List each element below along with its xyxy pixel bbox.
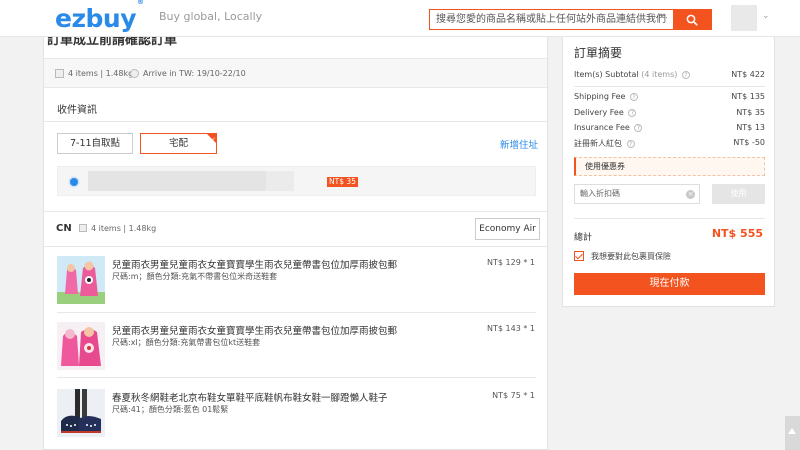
divider (57, 312, 536, 313)
items-summary: 4 items | 1.48kg (68, 69, 134, 78)
insurance-checkbox[interactable] (574, 251, 584, 261)
product-item: 春夏秋冬網鞋老北京布鞋女單鞋平底鞋帆布鞋女鞋一腳蹬懶人鞋子 尺碼:41；顏色分類… (44, 389, 547, 449)
shipping-fee-value: NT$ 135 (731, 92, 765, 101)
product-thumbnail[interactable] (57, 322, 105, 370)
product-image (57, 322, 105, 370)
divider (44, 121, 547, 122)
divider (57, 377, 536, 378)
summary-title: 訂單摘要 (574, 46, 623, 60)
total-label: 總計 (574, 233, 593, 243)
product-image (57, 389, 105, 437)
subtotal-label: Item(s) Subtotal (574, 70, 639, 79)
product-item: 兒童雨衣男童兒童雨衣女童寶寶學生雨衣兒童帶書包位加厚雨披包郵 尺碼:m；顏色分類… (44, 256, 547, 316)
order-details-panel: 訂單成立前請確認訂單 4 items | 1.48kg Arrive in TW… (43, 37, 548, 450)
divider (44, 211, 547, 212)
checkout-page: ezbuy® Buy global, Locally ⌄ 訂單成立前請確認訂單 … (0, 0, 800, 450)
shipping-method-button[interactable]: Economy Air (475, 218, 540, 240)
package-icon (55, 69, 64, 78)
new-user-bonus-row: 註冊新人紅包 ? NT$ -50 (574, 138, 765, 149)
back-to-top-button[interactable] (785, 416, 800, 450)
ezbuy-logo[interactable]: ezbuy® (55, 0, 144, 33)
chevron-down-icon[interactable]: ⌄ (762, 11, 770, 21)
product-name[interactable]: 春夏秋冬網鞋老北京布鞋女單鞋平底鞋帆布鞋女鞋一腳蹬懶人鞋子 (112, 390, 388, 404)
warehouse-items-summary: 4 items | 1.48kg (91, 224, 157, 233)
address-row[interactable]: NT$ 35 (57, 166, 536, 196)
new-user-bonus-label: 註冊新人紅包 (574, 139, 622, 148)
address-redacted (88, 171, 266, 191)
product-attributes: 尺碼:m；顏色分類:充氣不帶書包位米奇送鞋套 (112, 272, 278, 281)
arrival-estimate: Arrive in TW: 19/10-22/10 (143, 69, 246, 78)
product-thumbnail[interactable] (57, 256, 105, 304)
total-value: NT$ 555 (711, 227, 763, 240)
pay-now-button[interactable]: 現在付款 (574, 273, 765, 295)
help-icon[interactable]: ? (628, 109, 637, 117)
shipping-info-bar: 4 items | 1.48kg Arrive in TW: 19/10-22/… (44, 58, 547, 88)
delivery-fee-row: Delivery Fee ? NT$ 35 (574, 108, 765, 117)
discount-code-input[interactable]: 輸入折扣碼 × (574, 184, 700, 204)
search-bar (429, 9, 712, 30)
option-label: 宅配 (168, 138, 188, 149)
discount-code-placeholder: 輸入折扣碼 (580, 189, 620, 198)
clock-icon (130, 69, 139, 78)
product-thumbnail[interactable] (57, 389, 105, 437)
address-radio[interactable] (70, 178, 78, 186)
product-price: NT$ 129 * 1 (487, 258, 535, 267)
product-name[interactable]: 兒童雨衣男童兒童雨衣女童寶寶學生雨衣兒童帶書包位加厚雨披包郵 (112, 257, 397, 271)
package-icon (79, 224, 87, 232)
check-icon: ✓ (210, 136, 216, 144)
tagline: Buy global, Locally (159, 10, 263, 23)
subtotal-count: (4 items) (641, 70, 678, 79)
address-redacted (266, 171, 294, 191)
search-input[interactable] (430, 10, 673, 29)
apply-coupon-button[interactable]: 使用 (712, 184, 765, 204)
order-summary-panel: 訂單摘要 Item(s) Subtotal (4 items) ? NT$ 42… (562, 37, 775, 307)
delivery-price-badge: NT$ 35 (327, 177, 358, 187)
product-name[interactable]: 兒童雨衣男童兒童雨衣女童寶寶學生雨衣兒童帶書包位加厚雨披包郵 (112, 323, 397, 337)
insurance-fee-label: Insurance Fee (574, 123, 630, 132)
delivery-fee-label: Delivery Fee (574, 108, 624, 117)
help-icon[interactable]: ? (634, 124, 643, 132)
product-price: NT$ 75 * 1 (492, 391, 535, 400)
shipping-fee-label: Shipping Fee (574, 92, 626, 101)
top-header: ezbuy® Buy global, Locally ⌄ (0, 0, 800, 37)
insurance-option-label[interactable]: 我想要對此包裹買保險 (591, 251, 671, 262)
shipping-fee-row: Shipping Fee ? NT$ 135 (574, 92, 765, 101)
help-icon[interactable]: ? (681, 71, 690, 79)
receiver-section-title: 收件資訊 (57, 105, 97, 116)
user-avatar[interactable] (731, 5, 757, 31)
divider (574, 86, 765, 87)
help-icon[interactable]: ? (630, 93, 638, 101)
product-price: NT$ 143 * 1 (487, 324, 535, 333)
help-icon[interactable]: ? (626, 140, 635, 148)
divider (44, 246, 547, 247)
new-address-link[interactable]: 新增住址 (500, 137, 538, 151)
search-button[interactable] (673, 10, 711, 29)
option-home-delivery[interactable]: 宅配 ✓ (140, 133, 217, 154)
new-user-bonus-value: NT$ -50 (733, 138, 765, 147)
product-image (57, 256, 105, 304)
insurance-fee-row: Insurance Fee ? NT$ 13 (574, 123, 765, 132)
insurance-fee-value: NT$ 13 (736, 123, 765, 132)
product-item: 兒童雨衣男童兒童雨衣女童寶寶學生雨衣兒童帶書包位加厚雨披包郵 尺碼:xl；顏色分… (44, 322, 547, 382)
option-store-pickup[interactable]: 7-11自取點 (57, 133, 133, 154)
product-attributes: 尺碼:xl；顏色分類:充氣帶書包位kt送鞋套 (112, 338, 261, 347)
search-icon (686, 14, 698, 26)
subtotal-value: NT$ 422 (731, 70, 765, 79)
subtotal-row: Item(s) Subtotal (4 items) ? NT$ 422 (574, 70, 765, 79)
page-title: 訂單成立前請確認訂單 (47, 37, 178, 48)
divider (574, 218, 765, 219)
warehouse-label: CN (56, 223, 72, 234)
delivery-fee-value: NT$ 35 (736, 108, 765, 117)
clear-icon[interactable]: × (686, 190, 695, 199)
product-attributes: 尺碼:41；顏色分類:藍色 01鬆緊 (112, 405, 229, 414)
use-coupon-toggle[interactable]: 使用優惠券 (574, 157, 765, 176)
